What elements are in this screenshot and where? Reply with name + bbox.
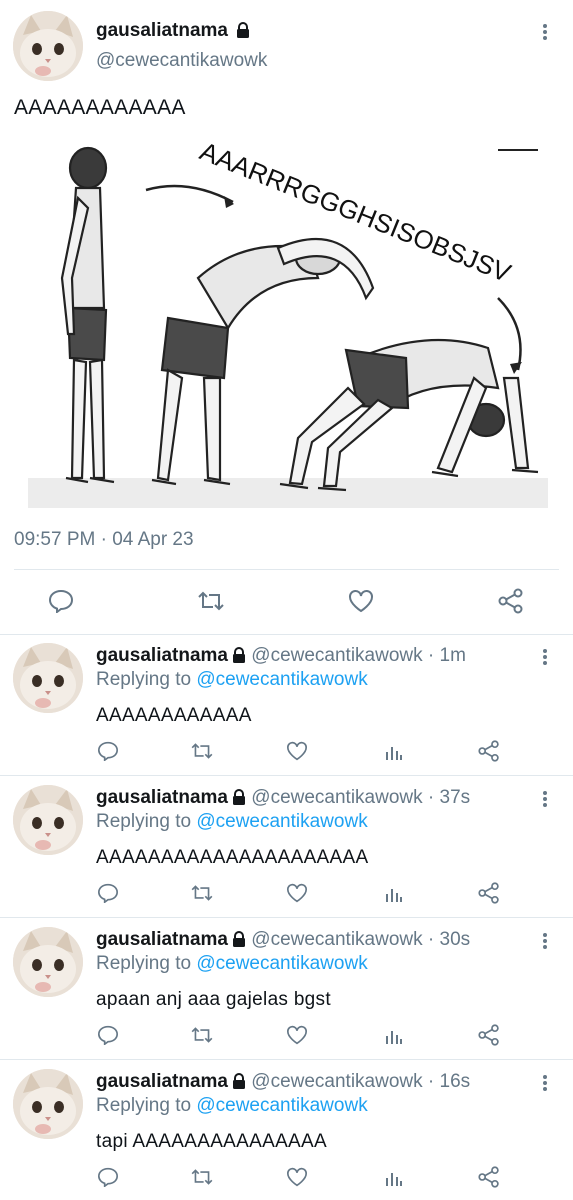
author-name-row: gausaliatnama bbox=[96, 20, 250, 43]
replying-mention-link[interactable]: @cewecantikawowk bbox=[196, 1095, 367, 1116]
reply-time: · 30s bbox=[427, 929, 471, 950]
analytics-icon[interactable] bbox=[382, 881, 406, 905]
reply-time: · 16s bbox=[427, 1071, 471, 1092]
reply-time: · 37s bbox=[427, 787, 471, 808]
retweet-icon[interactable] bbox=[190, 881, 214, 905]
display-name[interactable]: gausaliatnama bbox=[96, 929, 228, 950]
display-name[interactable]: gausaliatnama bbox=[96, 1071, 228, 1092]
reply-text: AAAAAAAAAAAA bbox=[96, 705, 252, 726]
reply-author-row: gausaliatnama @cewecantikawowk · 37s bbox=[96, 787, 470, 811]
display-name[interactable]: gausaliatnama bbox=[96, 787, 228, 808]
analytics-icon[interactable] bbox=[382, 1023, 406, 1047]
replying-to: Replying to @cewecantikawowk bbox=[96, 811, 368, 833]
like-icon[interactable] bbox=[285, 1023, 309, 1047]
lock-icon bbox=[236, 22, 250, 43]
lock-icon bbox=[232, 931, 246, 953]
replying-mention-link[interactable]: @cewecantikawowk bbox=[196, 811, 367, 832]
reply-icon[interactable] bbox=[96, 1023, 120, 1047]
display-name[interactable]: gausaliatnama bbox=[96, 20, 228, 41]
reply-icon[interactable] bbox=[96, 1165, 120, 1189]
avatar[interactable] bbox=[13, 1069, 83, 1139]
analytics-icon[interactable] bbox=[382, 1165, 406, 1189]
handle[interactable]: @cewecantikawowk bbox=[251, 787, 422, 808]
share-icon[interactable] bbox=[477, 1165, 501, 1189]
display-name[interactable]: gausaliatnama bbox=[96, 645, 228, 666]
reply-tweet[interactable]: gausaliatnama @cewecantikawowk · 30s Rep… bbox=[0, 919, 573, 1060]
like-icon[interactable] bbox=[346, 586, 376, 616]
retweet-icon[interactable] bbox=[190, 1023, 214, 1047]
main-tweet: gausaliatnama @cewecantikawowk AAAAAAAAA… bbox=[0, 0, 573, 635]
more-options-icon[interactable] bbox=[540, 931, 550, 951]
more-options-icon[interactable] bbox=[540, 647, 550, 667]
timestamp: 09:57 PM · 04 Apr 23 bbox=[14, 529, 194, 550]
replying-label: Replying to bbox=[96, 669, 192, 690]
handle[interactable]: @cewecantikawowk bbox=[251, 929, 422, 950]
share-icon[interactable] bbox=[477, 881, 501, 905]
lock-icon bbox=[232, 1073, 246, 1095]
replying-to: Replying to @cewecantikawowk bbox=[96, 669, 368, 691]
more-options-icon[interactable] bbox=[540, 22, 550, 42]
reply-author-row: gausaliatnama @cewecantikawowk · 16s bbox=[96, 1071, 470, 1095]
replying-mention-link[interactable]: @cewecantikawowk bbox=[196, 669, 367, 690]
avatar[interactable] bbox=[13, 11, 83, 81]
reply-text: AAAAAAAAAAAAAAAAAAAAA bbox=[96, 847, 369, 868]
tweet-text: AAAAAAAAAAAA bbox=[14, 96, 186, 119]
reply-author-row: gausaliatnama @cewecantikawowk · 1m bbox=[96, 645, 466, 669]
handle[interactable]: @cewecantikawowk bbox=[96, 50, 267, 72]
like-icon[interactable] bbox=[285, 881, 309, 905]
reply-icon[interactable] bbox=[96, 881, 120, 905]
more-options-icon[interactable] bbox=[540, 1073, 550, 1093]
retweet-icon[interactable] bbox=[190, 1165, 214, 1189]
handle[interactable]: @cewecantikawowk bbox=[251, 1071, 422, 1092]
retweet-icon[interactable] bbox=[196, 586, 226, 616]
analytics-icon[interactable] bbox=[382, 739, 406, 763]
retweet-icon[interactable] bbox=[190, 739, 214, 763]
reply-tweet[interactable]: gausaliatnama @cewecantikawowk · 16s Rep… bbox=[0, 1061, 573, 1200]
handle[interactable]: @cewecantikawowk bbox=[251, 645, 422, 666]
replying-mention-link[interactable]: @cewecantikawowk bbox=[196, 953, 367, 974]
reply-tweet[interactable]: gausaliatnama @cewecantikawowk · 1m Repl… bbox=[0, 635, 573, 776]
replying-to: Replying to @cewecantikawowk bbox=[96, 1095, 368, 1117]
replying-to: Replying to @cewecantikawowk bbox=[96, 953, 368, 975]
avatar[interactable] bbox=[13, 785, 83, 855]
replying-label: Replying to bbox=[96, 953, 192, 974]
share-icon[interactable] bbox=[477, 1023, 501, 1047]
avatar[interactable] bbox=[13, 927, 83, 997]
reply-author-row: gausaliatnama @cewecantikawowk · 30s bbox=[96, 929, 470, 953]
replying-label: Replying to bbox=[96, 811, 192, 832]
divider bbox=[14, 569, 559, 570]
share-icon[interactable] bbox=[477, 739, 501, 763]
replying-label: Replying to bbox=[96, 1095, 192, 1116]
tweet-image[interactable]: AAARRRGGGHSISOBSJSV bbox=[28, 138, 548, 518]
reply-tweet[interactable]: gausaliatnama @cewecantikawowk · 37s Rep… bbox=[0, 777, 573, 918]
lock-icon bbox=[232, 647, 246, 669]
reply-text: tapi AAAAAAAAAAAAAAA bbox=[96, 1131, 327, 1152]
reply-icon[interactable] bbox=[96, 739, 120, 763]
more-options-icon[interactable] bbox=[540, 789, 550, 809]
like-icon[interactable] bbox=[285, 1165, 309, 1189]
reply-text: apaan anj aaa gajelas bgst bbox=[96, 989, 331, 1010]
like-icon[interactable] bbox=[285, 739, 309, 763]
lock-icon bbox=[232, 789, 246, 811]
avatar[interactable] bbox=[13, 643, 83, 713]
reply-icon[interactable] bbox=[46, 586, 76, 616]
reply-time: · 1m bbox=[427, 645, 466, 666]
share-icon[interactable] bbox=[496, 586, 526, 616]
